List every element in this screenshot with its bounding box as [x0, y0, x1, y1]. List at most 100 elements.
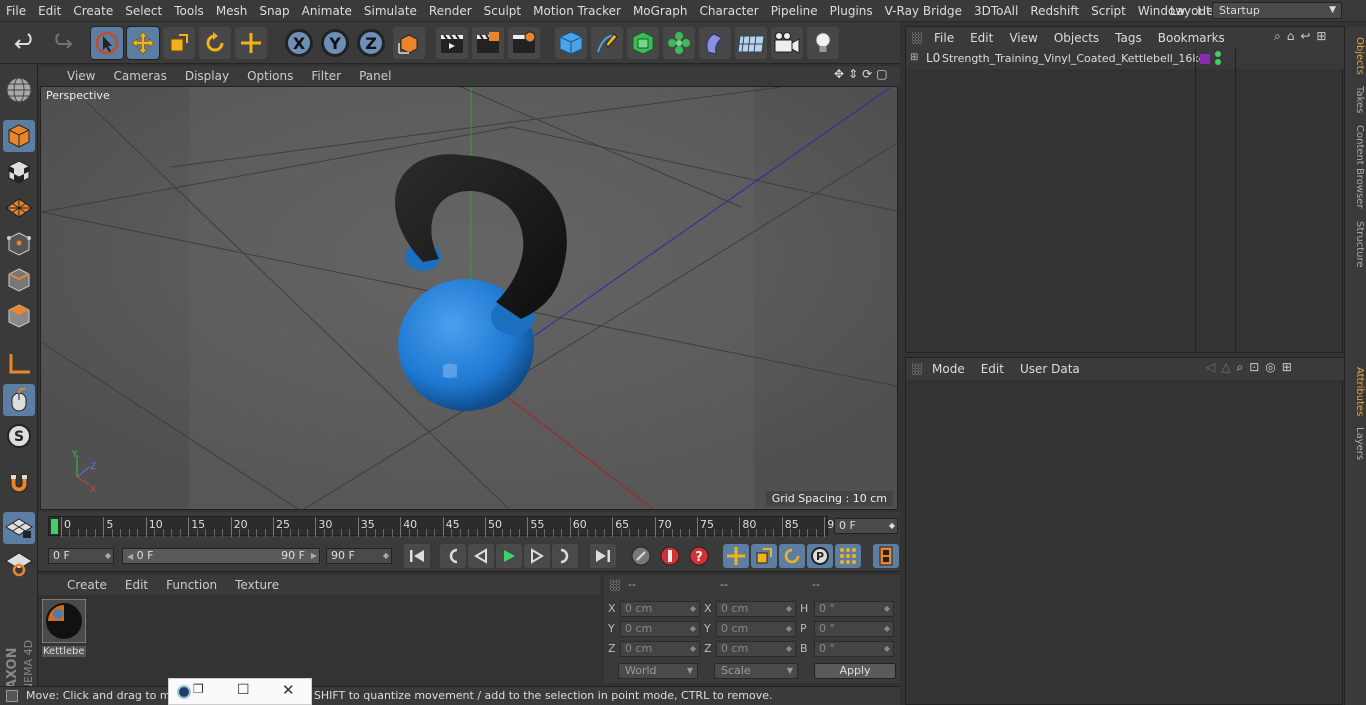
menu-render[interactable]: Render [423, 0, 478, 22]
obj-menu-bookmarks[interactable]: Bookmarks [1150, 31, 1233, 45]
render-visibility-dot[interactable] [1215, 59, 1221, 65]
render-view-button[interactable] [436, 27, 468, 59]
spinner-icon[interactable]: ◆ [884, 642, 890, 656]
scale-tool-button[interactable] [163, 27, 195, 59]
goto-start-button[interactable] [404, 544, 430, 568]
make-editable-button[interactable] [3, 74, 35, 106]
snap-settings-button[interactable]: S [3, 420, 35, 452]
object-row[interactable]: ⊞ L0 Strength_Training_Vinyl_Coated_Kett… [906, 49, 1344, 69]
spinner-icon[interactable]: ◆ [786, 642, 792, 656]
recent-tool-button[interactable] [235, 27, 267, 59]
arrow-up-icon[interactable]: △ [1221, 360, 1230, 375]
spinner-icon[interactable]: ◆ [884, 602, 890, 616]
target-icon[interactable]: ◎ [1265, 360, 1275, 375]
key-position-button[interactable] [723, 544, 749, 568]
polygons-mode-button[interactable] [3, 300, 35, 332]
timeline-window-button[interactable] [873, 544, 899, 568]
snap-magnet-button[interactable] [3, 468, 35, 500]
menu-character[interactable]: Character [693, 0, 764, 22]
live-selection-button[interactable] [90, 26, 124, 60]
x-axis-button[interactable]: X [283, 27, 315, 59]
timeline-playhead[interactable] [51, 519, 58, 534]
next-key-button[interactable] [552, 544, 578, 568]
maximize-icon[interactable]: ▢ [876, 67, 887, 84]
key-pla-button[interactable] [835, 544, 861, 568]
vp-menu-filter[interactable]: Filter [302, 66, 350, 86]
coord-field[interactable]: 0 cm ◆ [620, 621, 700, 637]
search-icon[interactable]: ⌕ [1236, 360, 1243, 375]
taskbar-window[interactable]: ❐ ☐ ✕ [168, 678, 312, 705]
layout-select[interactable]: Startup ▼ [1212, 2, 1342, 19]
tab-objects[interactable]: Objects [1347, 32, 1365, 80]
cloner-button[interactable] [663, 27, 695, 59]
current-frame-field[interactable]: 0 F ◆ [834, 518, 898, 534]
arrow-left-icon[interactable]: ◁ [1206, 360, 1215, 375]
coord-field[interactable]: 0 ° ◆ [814, 601, 894, 617]
spinner-icon[interactable]: ◆ [690, 602, 696, 616]
vp-menu-display[interactable]: Display [176, 66, 238, 86]
play-button[interactable] [496, 544, 522, 568]
deformer-button[interactable] [699, 27, 731, 59]
menu-animate[interactable]: Animate [296, 0, 358, 22]
menu-select[interactable]: Select [119, 0, 168, 22]
tab-content-browser[interactable]: Content Browser [1347, 122, 1365, 212]
spinner-icon[interactable]: ◆ [786, 602, 792, 616]
close-icon[interactable]: ✕ [282, 681, 295, 699]
menu-tools[interactable]: Tools [168, 0, 210, 22]
attribute-grip[interactable] [912, 363, 922, 375]
render-settings-button[interactable] [508, 27, 540, 59]
spinner-icon[interactable]: ◆ [884, 622, 890, 636]
spinner-icon[interactable]: ◆ [690, 642, 696, 656]
render-picture-viewer-button[interactable] [472, 27, 504, 59]
grid-snap-button[interactable] [3, 512, 35, 544]
restore-icon[interactable]: ❐ [193, 682, 204, 696]
menu-simulate[interactable]: Simulate [358, 0, 423, 22]
coord-field[interactable]: 0 ° ◆ [814, 621, 894, 637]
model-mode-button[interactable] [3, 120, 35, 152]
menu-create[interactable]: Create [67, 0, 119, 22]
menu-3dtoall[interactable]: 3DToAll [968, 0, 1024, 22]
new-window-icon[interactable]: ⊞ [1282, 360, 1292, 375]
attr-menu-edit[interactable]: Edit [973, 362, 1012, 376]
tab-layers[interactable]: Layers [1347, 426, 1365, 462]
z-axis-button[interactable]: Z [355, 27, 387, 59]
max-frame-field[interactable]: 90 F ◆ [326, 548, 392, 564]
coord-grip[interactable] [610, 579, 620, 591]
move-tool-button[interactable] [126, 26, 160, 60]
attr-menu-mode[interactable]: Mode [924, 362, 973, 376]
menu-plugins[interactable]: Plugins [824, 0, 879, 22]
obj-menu-edit[interactable]: Edit [962, 31, 1001, 45]
apply-button[interactable]: Apply [814, 663, 896, 679]
menu-motion-tracker[interactable]: Motion Tracker [527, 0, 627, 22]
key-scale-button[interactable] [751, 544, 777, 568]
axis-mode-button[interactable] [3, 348, 35, 380]
menu-script[interactable]: Script [1085, 0, 1132, 22]
next-frame-button[interactable] [524, 544, 550, 568]
menu-pipeline[interactable]: Pipeline [765, 0, 824, 22]
coord-field[interactable]: 0 cm ◆ [620, 601, 700, 617]
layer-color-swatch[interactable] [1200, 54, 1210, 64]
preview-range-slider[interactable]: ◀ 0 F 90 F ▶ [122, 548, 320, 564]
coord-field[interactable]: 0 cm ◆ [716, 601, 796, 617]
object-grip[interactable] [912, 32, 922, 44]
coord-field[interactable]: 0 cm ◆ [716, 641, 796, 657]
home-icon[interactable]: ⌂ [1287, 29, 1295, 44]
vp-menu-panel[interactable]: Panel [350, 66, 400, 86]
mat-menu-texture[interactable]: Texture [226, 578, 288, 592]
coord-field[interactable]: 0 cm ◆ [716, 621, 796, 637]
dolly-icon[interactable]: ⇕ [848, 67, 858, 84]
vp-menu-view[interactable]: View [58, 66, 104, 86]
menu-file[interactable]: File [0, 0, 32, 22]
expand-icon[interactable]: ⊞ [910, 52, 918, 63]
menu-edit[interactable]: Edit [32, 0, 67, 22]
coordinate-system-button[interactable] [393, 27, 425, 59]
obj-menu-view[interactable]: View [1001, 31, 1045, 45]
prev-frame-button[interactable] [468, 544, 494, 568]
floor-button[interactable] [735, 27, 767, 59]
coord-field[interactable]: 0 cm ◆ [620, 641, 700, 657]
orbit-icon[interactable]: ⟳ [862, 67, 872, 84]
attr-menu-userdata[interactable]: User Data [1012, 362, 1088, 376]
record-keys-button[interactable] [628, 544, 654, 568]
menu-sculpt[interactable]: Sculpt [478, 0, 527, 22]
coord-field[interactable]: 0 ° ◆ [814, 641, 894, 657]
